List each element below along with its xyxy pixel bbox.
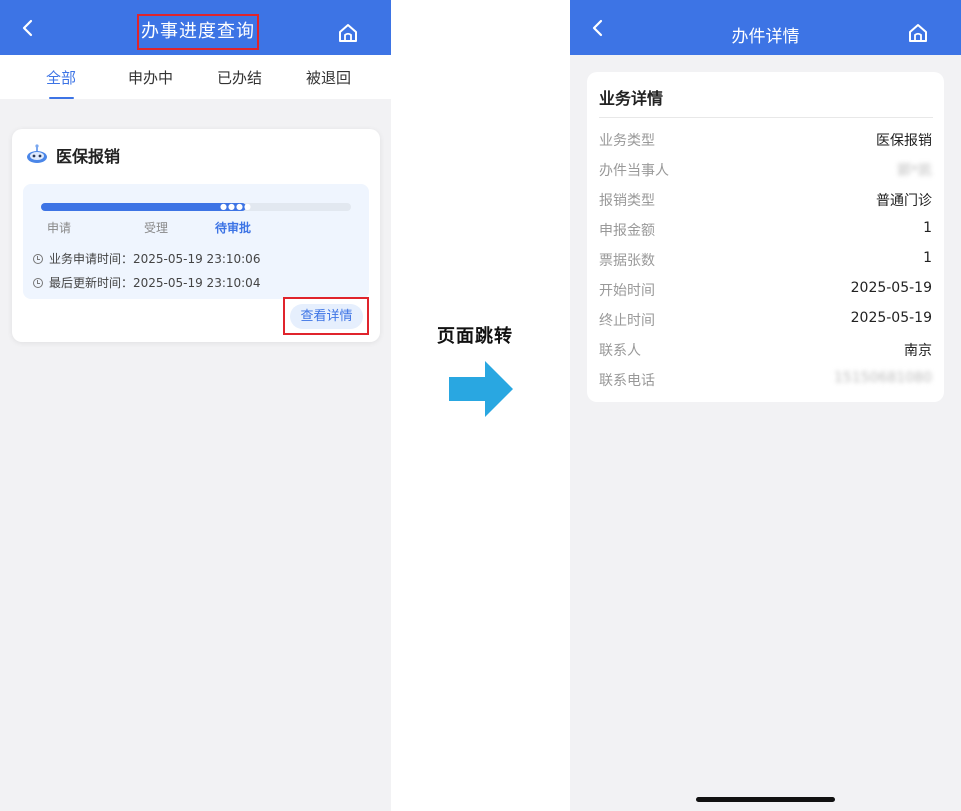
medical-robot-icon xyxy=(27,144,47,163)
progress-dots: ●●●● xyxy=(220,202,252,211)
row-value-masked: 郭*凯 xyxy=(897,163,932,179)
back-icon[interactable] xyxy=(18,17,38,39)
row-key: 终止时间 xyxy=(599,313,655,329)
row-key: 联系人 xyxy=(599,343,641,359)
progress-query-screen: 办事进度查询 全部 申办中 已办结 被退回 医保报销 ●●●● 申请 受理 待审… xyxy=(0,0,391,811)
row-value-masked: 15150681080 xyxy=(834,370,932,386)
detail-row: 办件当事人 郭*凯 xyxy=(599,160,932,180)
apply-time-row: 业务申请时间：2025-05-19 23:10:06 xyxy=(33,250,260,267)
top-nav-bar: 办事进度查询 xyxy=(0,0,391,55)
clock-icon xyxy=(33,254,43,264)
detail-row: 开始时间 2025-05-19 xyxy=(599,280,932,300)
row-value: 2025-05-19 xyxy=(850,280,932,296)
business-detail-card: 业务详情 业务类型 医保报销 办件当事人 郭*凯 报销类型 普通门诊 申报金额 … xyxy=(587,72,944,402)
detail-row: 申报金额 1 xyxy=(599,220,932,240)
row-key: 申报金额 xyxy=(599,223,655,239)
active-tab-indicator xyxy=(49,97,74,99)
case-title: 医保报销 xyxy=(56,147,121,166)
divider xyxy=(599,117,933,118)
page-title: 办件详情 xyxy=(731,27,800,47)
row-key: 报销类型 xyxy=(599,193,655,209)
row-value: 普通门诊 xyxy=(876,193,932,209)
page-title: 办事进度查询 xyxy=(137,14,259,50)
detail-row: 联系人 南京 xyxy=(599,340,932,360)
step-pending-approval: 待审批 xyxy=(215,221,252,235)
home-icon[interactable] xyxy=(907,22,929,44)
row-key: 开始时间 xyxy=(599,283,655,299)
detail-row: 业务类型 医保报销 xyxy=(599,130,932,150)
tab-returned[interactable]: 被退回 xyxy=(306,67,351,88)
row-value: 1 xyxy=(923,250,932,266)
tab-in-progress[interactable]: 申办中 xyxy=(128,67,173,88)
detail-row: 终止时间 2025-05-19 xyxy=(599,310,932,330)
clock-icon xyxy=(33,278,43,288)
row-key: 票据张数 xyxy=(599,253,655,269)
status-tabs: 全部 申办中 已办结 被退回 xyxy=(0,55,391,99)
row-value: 1 xyxy=(923,220,932,236)
step-apply: 申请 xyxy=(47,221,72,235)
detail-row: 票据张数 1 xyxy=(599,250,932,270)
case-card: 医保报销 ●●●● 申请 受理 待审批 业务申请时间：2025-05-19 23… xyxy=(12,129,380,342)
update-time: 最后更新时间：2025-05-19 23:10:04 xyxy=(49,276,261,290)
detail-button-highlight: 查看详情 xyxy=(283,297,369,335)
case-detail-screen: 办件详情 业务详情 业务类型 医保报销 办件当事人 郭*凯 报销类型 普通门诊 xyxy=(570,0,961,811)
tab-all[interactable]: 全部 xyxy=(46,67,76,88)
progress-track: ●●●● xyxy=(41,203,351,211)
arrow-right-icon xyxy=(449,361,513,417)
detail-row: 报销类型 普通门诊 xyxy=(599,190,932,210)
home-indicator[interactable] xyxy=(696,797,835,802)
row-value: 南京 xyxy=(904,343,932,359)
detail-row: 联系电话 15150681080 xyxy=(599,370,932,390)
row-value: 医保报销 xyxy=(876,133,932,149)
update-time-row: 最后更新时间：2025-05-19 23:10:04 xyxy=(33,274,260,291)
tab-completed[interactable]: 已办结 xyxy=(217,67,262,88)
view-details-button[interactable]: 查看详情 xyxy=(290,304,363,329)
top-nav-bar: 办件详情 xyxy=(570,0,961,55)
step-accept: 受理 xyxy=(144,221,169,235)
section-title: 业务详情 xyxy=(599,89,664,108)
progress-panel: ●●●● 申请 受理 待审批 业务申请时间：2025-05-19 23:10:0… xyxy=(23,184,369,299)
row-key: 办件当事人 xyxy=(599,163,669,179)
home-icon[interactable] xyxy=(337,22,359,44)
screenshot-canvas: 办事进度查询 全部 申办中 已办结 被退回 医保报销 ●●●● 申请 受理 待审… xyxy=(0,0,961,811)
page-transition-label: 页面跳转 xyxy=(437,326,513,347)
apply-time: 业务申请时间：2025-05-19 23:10:06 xyxy=(49,252,261,266)
row-key: 业务类型 xyxy=(599,133,655,149)
row-value: 2025-05-19 xyxy=(850,310,932,326)
row-key: 联系电话 xyxy=(599,373,655,389)
progress-fill xyxy=(41,203,246,211)
